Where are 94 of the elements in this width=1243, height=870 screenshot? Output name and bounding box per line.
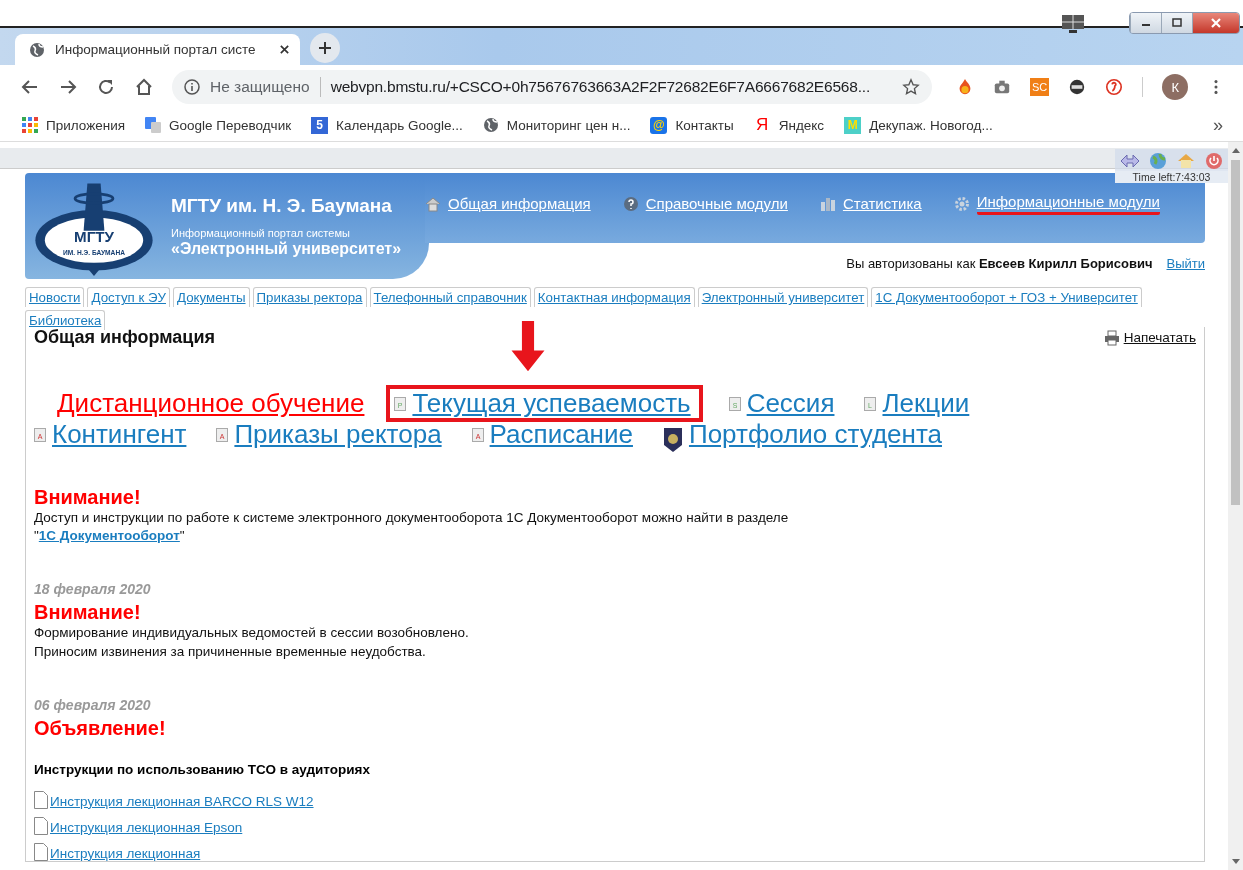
system-name: «Электронный университет» xyxy=(171,239,402,258)
news-subheading: Инструкции по использованию ТСО в аудиториях xyxy=(34,761,370,777)
info-icon xyxy=(184,79,200,95)
camera-icon[interactable] xyxy=(993,78,1011,96)
star-icon[interactable] xyxy=(902,78,920,96)
bookmark[interactable]: Я Яндекс xyxy=(753,116,825,134)
file-icon xyxy=(34,790,48,809)
news-text: Доступ и инструкции по работе к системе электронного документооборота 1С Документооборот можно найти в разделе xyxy=(34,509,789,527)
site-title: МГТУ им. Н. Э. Баумана xyxy=(171,194,393,217)
close-button[interactable] xyxy=(1192,13,1239,33)
section-tab[interactable]: Телефонный справочник xyxy=(369,287,531,307)
profile-avatar[interactable]: К xyxy=(1162,74,1189,100)
apps-grid-icon xyxy=(22,117,38,133)
tab-title: Информационный портал систе xyxy=(55,42,257,57)
bookmark[interactable]: M Декупаж. Новогод... xyxy=(844,116,993,134)
file-link[interactable]: Инструкция лекционная Epson xyxy=(50,819,243,835)
file-link[interactable]: Инструкция лекционная BARCO RLS W12 xyxy=(50,793,314,809)
bookmark[interactable]: @ Контакты xyxy=(650,116,734,134)
section-tab[interactable]: Контактная информация xyxy=(533,287,695,307)
module-link[interactable]: Портфолио студента xyxy=(688,420,942,449)
site-subtitle: Информационный портал системы xyxy=(171,226,351,239)
logout-link[interactable]: Выйти xyxy=(1166,255,1205,271)
close-icon xyxy=(1209,18,1223,28)
section-tab[interactable]: 1С Документооборот + ГОЗ + Университет xyxy=(871,287,1142,307)
quote-mark: " xyxy=(34,527,39,546)
help-icon xyxy=(622,196,639,212)
news-date: 18 февраля 2020 xyxy=(34,581,151,598)
file-icon xyxy=(34,842,48,861)
print-link[interactable]: Напечатать xyxy=(1123,330,1196,345)
news-heading: Внимание! xyxy=(34,601,141,625)
news-heading: Объявление! xyxy=(34,716,166,740)
scroll-down-icon[interactable] xyxy=(1230,858,1241,866)
extension-badge[interactable]: SC xyxy=(1030,78,1050,96)
scrollbar[interactable] xyxy=(1228,142,1243,870)
bookmark[interactable]: Приложения xyxy=(22,117,125,133)
auth-status: Вы авторизованы как Евсеев Кирилл Борисович xyxy=(846,255,1153,271)
browser-tab[interactable]: Информационный портал систе xyxy=(15,34,300,65)
plus-icon xyxy=(318,41,332,55)
translate-icon xyxy=(145,117,161,133)
crest-icon xyxy=(662,426,683,453)
nav-link[interactable]: Общая информация xyxy=(448,194,591,214)
file-link[interactable]: Инструкция лекционная xyxy=(50,845,201,861)
minimize-button[interactable] xyxy=(1130,13,1161,33)
news-date: 06 февраля 2020 xyxy=(34,696,151,713)
maximize-icon xyxy=(1170,18,1184,28)
globe-icon xyxy=(29,41,45,58)
document-link[interactable]: 1С Документооборот xyxy=(38,527,180,546)
yandex-icon: Я xyxy=(753,116,771,134)
monitor-icon xyxy=(1061,14,1085,34)
settings-icon xyxy=(953,196,970,212)
close-icon[interactable] xyxy=(279,44,290,55)
section-tab[interactable]: Библиотека xyxy=(25,310,106,330)
letter-icon: M xyxy=(844,116,862,134)
module-link[interactable]: Приказы ректора xyxy=(234,420,442,449)
security-label: Не защищено xyxy=(210,78,310,96)
module-link[interactable]: Контингент xyxy=(52,420,187,449)
news-heading: Внимание! xyxy=(34,486,141,509)
bookmark[interactable]: Мониторинг цен н... xyxy=(482,117,631,133)
module-link[interactable]: Расписание xyxy=(489,420,633,449)
nav-link[interactable]: Информационные модули xyxy=(976,193,1160,215)
bar-chart-icon xyxy=(819,196,836,212)
news-text: Формирование индивидуальных ведомостей в сессии возобновлено. xyxy=(34,624,469,643)
mail-icon: @ xyxy=(650,116,668,134)
module-link[interactable]: Дистанционное обучение xyxy=(57,389,365,418)
nav-link[interactable]: Справочные модули xyxy=(645,194,788,214)
more-bookmarks-button[interactable]: » xyxy=(1213,114,1223,136)
section-tab[interactable]: Приказы ректора xyxy=(252,287,367,307)
url-text: webvpn.bmstu.ru/+CSCO+0h75676763663A2F2F72682E6F7A6667682E6568... xyxy=(330,78,871,96)
file-icon xyxy=(34,816,48,835)
reload-icon[interactable] xyxy=(96,77,116,97)
news-text: Приносим извинения за причиненные временные неудобства. xyxy=(34,642,426,661)
section-tab[interactable]: Новости xyxy=(25,287,85,307)
quote-mark: " xyxy=(179,527,185,546)
page-heading: Общая информация xyxy=(34,327,215,348)
bookmark[interactable]: 5 Календарь Google... xyxy=(311,116,463,134)
power-icon[interactable] xyxy=(1203,151,1224,171)
new-tab-button[interactable] xyxy=(310,33,340,63)
maximize-button[interactable] xyxy=(1161,13,1192,33)
scroll-up-icon[interactable] xyxy=(1230,146,1241,154)
module-link[interactable]: Лекции xyxy=(882,389,970,418)
section-tab[interactable]: Электронный университет xyxy=(697,287,869,307)
calendar-icon: 5 xyxy=(311,116,329,134)
nav-link[interactable]: Статистика xyxy=(842,194,922,214)
bookmark[interactable]: Google Переводчик xyxy=(145,117,292,133)
section-tab[interactable]: Документы xyxy=(173,287,250,307)
house-icon xyxy=(425,196,441,212)
module-link[interactable]: Сессия xyxy=(746,389,835,418)
address-bar[interactable]: Не защищено webvpn.bmstu.ru/+CSCO+0h75676763663A2F2F72682E6F7A6667682E6568... xyxy=(172,70,932,104)
annotation-arrow xyxy=(510,321,547,374)
globe-icon xyxy=(482,117,499,133)
time-left-text: Time left:7:43:03 xyxy=(1115,171,1228,183)
section-tab[interactable]: Доступ к ЭУ xyxy=(87,287,170,307)
home-icon[interactable] xyxy=(134,77,154,97)
printer-icon xyxy=(1103,329,1120,346)
